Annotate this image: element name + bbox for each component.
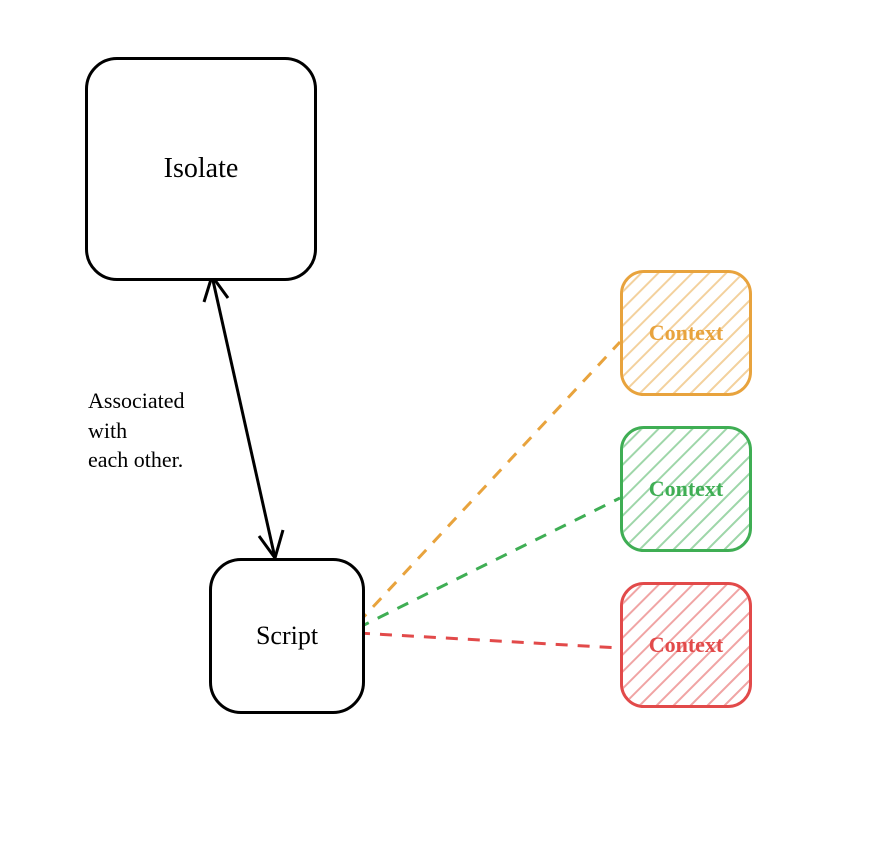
diagram-canvas: Isolate Script Context Context Context A… [0, 0, 895, 852]
arrow-isolate-script [204, 276, 283, 558]
node-context-orange-label: Context [649, 320, 724, 346]
dash-orange [358, 342, 620, 623]
dash-green [358, 498, 620, 628]
node-context-green-label: Context [649, 476, 724, 502]
node-context-red-label: Context [649, 632, 724, 658]
node-isolate: Isolate [85, 57, 317, 281]
node-script-label: Script [256, 621, 318, 651]
edge-label-associated: Associated with each other. [88, 386, 185, 475]
node-isolate-label: Isolate [164, 153, 239, 185]
node-context-green: Context [620, 426, 752, 552]
dash-red [358, 633, 620, 648]
node-context-orange: Context [620, 270, 752, 396]
node-context-red: Context [620, 582, 752, 708]
node-script: Script [209, 558, 365, 714]
